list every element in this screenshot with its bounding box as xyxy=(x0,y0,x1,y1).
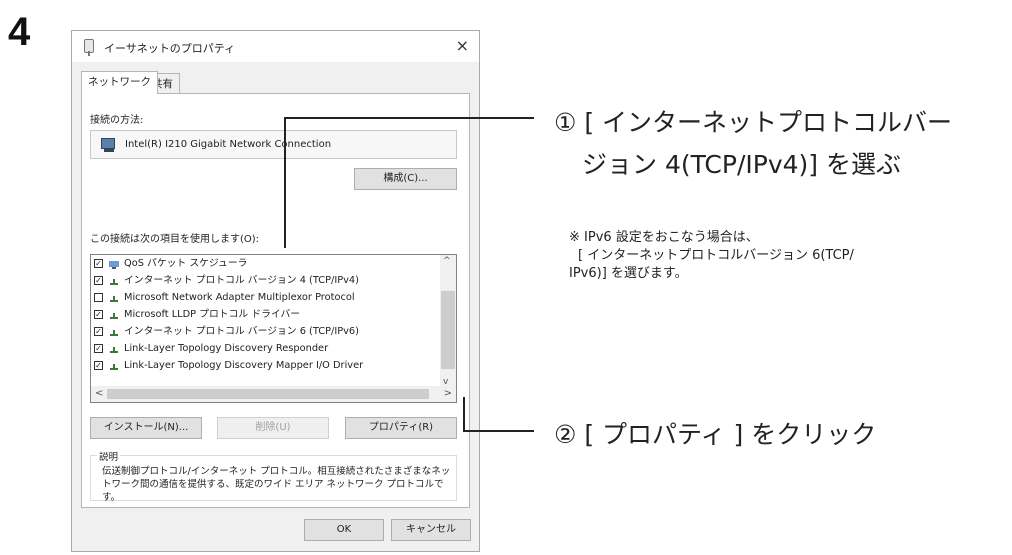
network-adapter-icon xyxy=(84,39,94,56)
list-item[interactable]: ✓ インターネット プロトコル バージョン 4 (TCP/IPv4) xyxy=(94,273,439,289)
list-item[interactable]: ✓ Link-Layer Topology Discovery Responde… xyxy=(94,341,439,357)
item-label: Microsoft Network Adapter Multiplexor Pr… xyxy=(124,292,355,303)
protocol-icon xyxy=(108,328,120,337)
item-checkbox[interactable]: ✓ xyxy=(94,327,103,336)
vertical-scroll-thumb[interactable] xyxy=(441,291,455,369)
item-checkbox[interactable]: ✓ xyxy=(94,361,103,370)
vertical-scrollbar[interactable]: ^ v xyxy=(440,255,456,388)
qos-scheduler-icon xyxy=(108,260,120,269)
item-checkbox[interactable] xyxy=(94,293,103,302)
item-label: QoS パケット スケジューラ xyxy=(124,258,248,269)
list-item[interactable]: ✓ Microsoft LLDP プロトコル ドライバー xyxy=(94,307,439,323)
item-label: インターネット プロトコル バージョン 4 (TCP/IPv4) xyxy=(124,275,359,286)
nic-icon xyxy=(101,138,115,152)
callout-leader-2-horizontal xyxy=(463,430,534,432)
list-item[interactable]: Microsoft Network Adapter Multiplexor Pr… xyxy=(94,290,439,306)
note-line1: ※ IPv6 設定をおこなう場合は、 xyxy=(569,230,759,245)
protocol-icon xyxy=(108,362,120,371)
item-label: Link-Layer Topology Discovery Mapper I/O… xyxy=(124,360,364,371)
description-title: 説明 xyxy=(97,449,121,463)
description-text: 伝送制御プロトコル/インターネット プロトコル。相互接続されたさまざまなネットワ… xyxy=(102,466,451,503)
ok-button[interactable]: OK xyxy=(304,519,384,541)
callout-leader-1-vertical xyxy=(284,117,286,248)
items-label: この接続は次の項目を使用します(O): xyxy=(90,234,260,245)
description-group: 説明 伝送制御プロトコル/インターネット プロトコル。相互接続されたさまざまなネ… xyxy=(90,449,457,503)
item-label: インターネット プロトコル バージョン 6 (TCP/IPv6) xyxy=(124,326,359,337)
tab-network[interactable]: ネットワーク xyxy=(81,71,158,94)
configure-button[interactable]: 構成(C)... xyxy=(354,168,457,190)
horizontal-scroll-thumb[interactable] xyxy=(107,389,429,399)
callout-step1-line1: ① [ インターネットプロトコルバー xyxy=(554,108,953,137)
uninstall-button[interactable]: 削除(U) xyxy=(217,417,329,439)
properties-button[interactable]: プロパティ(R) xyxy=(345,417,457,439)
scroll-up-icon[interactable]: ^ xyxy=(443,256,451,266)
item-label: Microsoft LLDP プロトコル ドライバー xyxy=(124,309,301,320)
item-label: Link-Layer Topology Discovery Responder xyxy=(124,343,329,354)
horizontal-scrollbar[interactable]: < > xyxy=(91,386,456,402)
scroll-left-icon[interactable]: < xyxy=(95,388,103,399)
connect-using-label: 接続の方法: xyxy=(90,115,144,126)
adapter-field: Intel(R) I210 Gigabit Network Connection xyxy=(90,130,457,159)
title-bar: イーサネットのプロパティ × xyxy=(72,31,479,62)
item-checkbox[interactable]: ✓ xyxy=(94,276,103,285)
dialog-title: イーサネットのプロパティ xyxy=(104,42,236,55)
callout-leader-1-horizontal xyxy=(284,117,534,119)
close-button[interactable]: × xyxy=(456,36,469,55)
callout-leader-2-vertical xyxy=(463,397,465,431)
item-checkbox[interactable]: ✓ xyxy=(94,344,103,353)
item-checkbox[interactable]: ✓ xyxy=(94,310,103,319)
protocol-icon xyxy=(108,294,120,303)
list-item[interactable]: ✓ QoS パケット スケジューラ xyxy=(94,256,439,272)
callout-step1-line2: ジョン 4(TCP/IPv4)] を選ぶ xyxy=(582,150,901,179)
list-item[interactable]: ✓ インターネット プロトコル バージョン 6 (TCP/IPv6) xyxy=(94,324,439,340)
protocol-icon xyxy=(108,345,120,354)
item-checkbox[interactable]: ✓ xyxy=(94,259,103,268)
adapter-name: Intel(R) I210 Gigabit Network Connection xyxy=(125,139,332,150)
callout-step2: ② [ プロパティ ] をクリック xyxy=(554,420,877,449)
protocol-icon xyxy=(108,277,120,286)
cancel-button[interactable]: キャンセル xyxy=(391,519,471,541)
list-item[interactable]: ✓ Link-Layer Topology Discovery Mapper I… xyxy=(94,358,439,374)
ethernet-properties-dialog: イーサネットのプロパティ × ネットワーク 共有 接続の方法: Intel(R)… xyxy=(71,30,480,552)
install-button[interactable]: インストール(N)... xyxy=(90,417,202,439)
note-line3: IPv6)] を選びます。 xyxy=(569,266,688,281)
step-number: 4 xyxy=(8,10,31,54)
protocol-icon xyxy=(108,311,120,320)
note-line2: [ インターネットプロトコルバージョン 6(TCP/ xyxy=(578,248,854,263)
connection-items-list[interactable]: ✓ QoS パケット スケジューラ ✓ インターネット プロトコル バージョン … xyxy=(90,254,457,403)
scroll-right-icon[interactable]: > xyxy=(444,388,452,399)
network-tab-panel: 接続の方法: Intel(R) I210 Gigabit Network Con… xyxy=(81,93,470,508)
